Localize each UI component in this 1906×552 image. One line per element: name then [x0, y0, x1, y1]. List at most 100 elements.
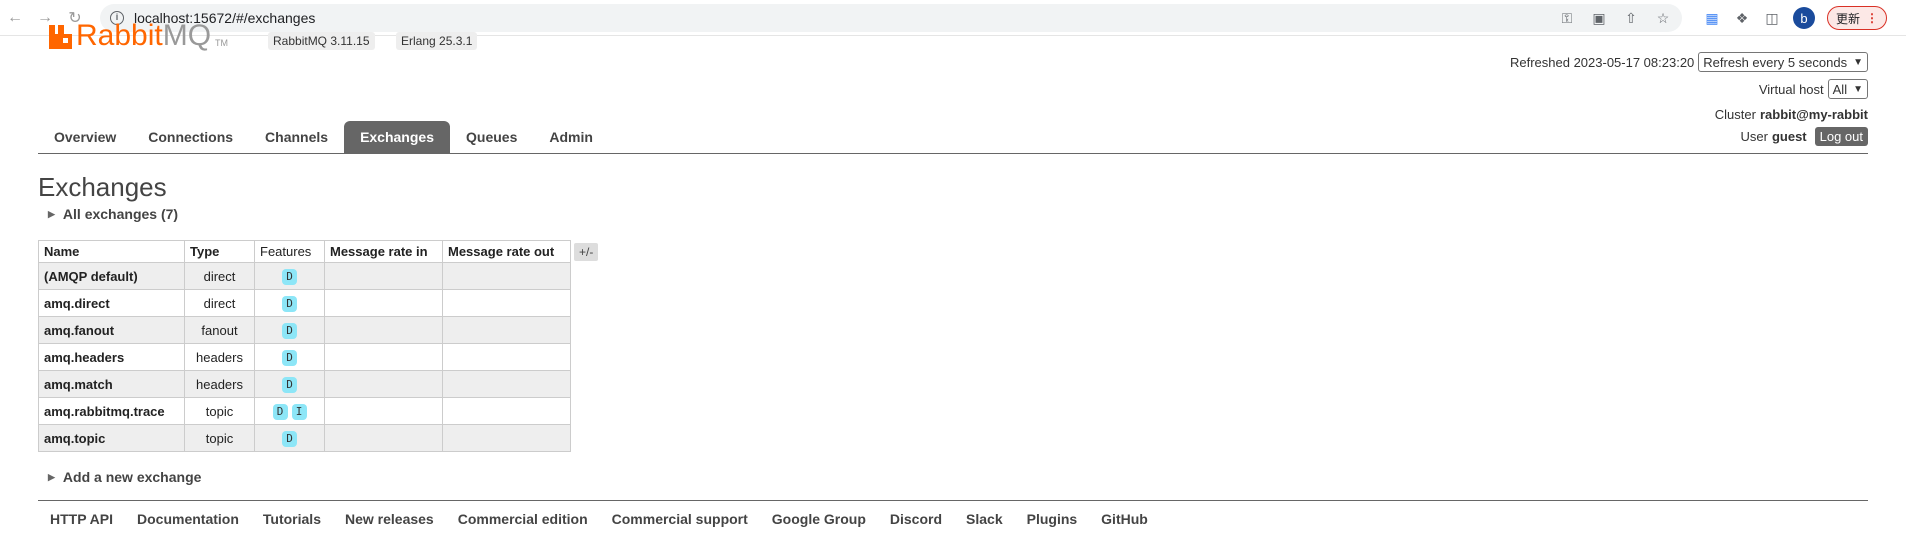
message-rate-out	[442, 262, 571, 290]
column-options-button[interactable]: +/-	[574, 243, 599, 261]
refresh-select-value: Refresh every 5 seconds	[1703, 54, 1848, 70]
exchange-type: headers	[184, 370, 255, 398]
footer-link-commercial-edition[interactable]: Commercial edition	[458, 511, 588, 527]
extensions-puzzle-icon[interactable]: ❖	[1733, 9, 1751, 27]
exchange-name-link[interactable]: amq.topic	[38, 424, 185, 452]
message-rate-out	[442, 316, 571, 344]
footer-link-github[interactable]: GitHub	[1101, 511, 1148, 527]
profile-avatar[interactable]: b	[1793, 7, 1815, 29]
footer-link-slack[interactable]: Slack	[966, 511, 1003, 527]
footer-link-http-api[interactable]: HTTP API	[50, 511, 113, 527]
message-rate-out	[442, 424, 571, 452]
logo-rabbit-text: Rabbit	[76, 19, 163, 52]
exchange-type: topic	[184, 424, 255, 452]
column-header-type[interactable]: Type	[184, 240, 255, 263]
footer-link-documentation[interactable]: Documentation	[137, 511, 239, 527]
message-rate-in	[324, 316, 443, 344]
tab-channels[interactable]: Channels	[249, 121, 344, 153]
tab-admin[interactable]: Admin	[533, 121, 609, 153]
exchange-type: fanout	[184, 316, 255, 344]
virtual-host-label: Virtual host	[1758, 81, 1824, 97]
tab-queues[interactable]: Queues	[450, 121, 533, 153]
main-nav-tabs: Overview Connections Channels Exchanges …	[38, 121, 1868, 154]
exchange-name-link[interactable]: amq.rabbitmq.trace	[38, 397, 185, 425]
message-rate-out	[442, 370, 571, 398]
internal-badge: I	[291, 403, 307, 420]
footer-link-tutorials[interactable]: Tutorials	[263, 511, 321, 527]
footer-link-plugins[interactable]: Plugins	[1027, 511, 1078, 527]
logo-trademark: TM	[215, 38, 229, 48]
exchange-type: headers	[184, 343, 255, 371]
exchanges-table: Name Type Features Message rate in Messa…	[38, 240, 571, 452]
durable-badge: D	[282, 295, 297, 312]
column-header-rate-in: Message rate in	[324, 240, 443, 263]
message-rate-in	[324, 397, 443, 425]
durable-badge: D	[272, 403, 288, 420]
message-rate-in	[324, 289, 443, 317]
kebab-menu-icon: ⋮	[1866, 11, 1879, 25]
durable-badge: D	[282, 322, 297, 339]
add-exchange-label: Add a new exchange	[62, 469, 202, 485]
rabbitmq-version-badge: RabbitMQ 3.11.15	[268, 32, 375, 50]
table-row: amq.direct direct D	[38, 289, 571, 317]
triangle-right-icon: ▶	[48, 208, 55, 219]
exchange-features: D	[254, 262, 325, 290]
exchange-type: topic	[184, 397, 255, 425]
table-row: amq.headers headers D	[38, 343, 571, 371]
triangle-right-icon: ▶	[48, 471, 55, 482]
column-header-name[interactable]: Name	[38, 240, 185, 263]
tab-overview[interactable]: Overview	[38, 121, 132, 153]
exchange-name-link[interactable]: amq.fanout	[38, 316, 185, 344]
message-rate-in	[324, 370, 443, 398]
exchange-features: D	[254, 289, 325, 317]
tab-exchanges[interactable]: Exchanges	[344, 121, 450, 153]
refreshed-timestamp: Refreshed 2023-05-17 08:23:20	[1509, 54, 1695, 70]
column-header-rate-out: Message rate out	[442, 240, 571, 263]
exchange-name-link[interactable]: (AMQP default)	[38, 262, 185, 290]
google-translate-extension-icon[interactable]: ▦	[1703, 9, 1721, 27]
message-rate-out	[442, 289, 571, 317]
footer-link-discord[interactable]: Discord	[890, 511, 942, 527]
browser-toolbar: ← → ↻ i localhost:15672/#/exchanges ⚿ ▣ …	[0, 0, 1906, 36]
exchange-type: direct	[184, 289, 255, 317]
vhost-select-value: All	[1832, 81, 1848, 97]
share-icon[interactable]: ⇧	[1622, 9, 1640, 27]
bookmark-star-icon[interactable]: ☆	[1654, 9, 1672, 27]
message-rate-in	[324, 424, 443, 452]
exchange-features: D	[254, 316, 325, 344]
all-exchanges-label: All exchanges (7)	[62, 206, 179, 222]
logo-wordmark: RabbitMQ	[76, 19, 211, 52]
all-exchanges-toggle[interactable]: ▶ All exchanges (7)	[48, 206, 178, 222]
exchange-name-link[interactable]: amq.match	[38, 370, 185, 398]
chevron-down-icon: ▼	[1853, 56, 1863, 68]
column-header-features: Features	[254, 240, 325, 263]
address-bar[interactable]: i localhost:15672/#/exchanges ⚿ ▣ ⇧ ☆	[100, 4, 1682, 32]
cluster-label: Cluster	[1714, 106, 1756, 122]
key-icon[interactable]: ⚿	[1558, 9, 1576, 27]
table-row: amq.topic topic D	[38, 424, 571, 452]
refresh-interval-select[interactable]: Refresh every 5 seconds ▼	[1698, 52, 1868, 72]
add-exchange-toggle[interactable]: ▶ Add a new exchange	[48, 469, 201, 485]
back-arrow-icon[interactable]: ←	[4, 7, 26, 29]
exchange-name-link[interactable]: amq.direct	[38, 289, 185, 317]
message-rate-out	[442, 397, 571, 425]
exchange-type: direct	[184, 262, 255, 290]
chevron-down-icon: ▼	[1853, 83, 1863, 95]
table-row: amq.fanout fanout D	[38, 316, 571, 344]
side-panel-icon[interactable]: ◫	[1763, 9, 1781, 27]
durable-badge: D	[282, 349, 297, 366]
translate-icon[interactable]: ▣	[1590, 9, 1608, 27]
message-rate-in	[324, 262, 443, 290]
footer-link-new-releases[interactable]: New releases	[345, 511, 434, 527]
erlang-version-badge: Erlang 25.3.1	[396, 32, 478, 50]
browser-update-button[interactable]: 更新 ⋮	[1827, 6, 1888, 30]
table-row: (AMQP default) direct D	[38, 262, 571, 290]
virtual-host-select[interactable]: All ▼	[1827, 79, 1868, 99]
exchange-name-link[interactable]: amq.headers	[38, 343, 185, 371]
exchange-features: D	[254, 424, 325, 452]
footer-link-commercial-support[interactable]: Commercial support	[612, 511, 748, 527]
durable-badge: D	[282, 268, 297, 285]
footer-link-google-group[interactable]: Google Group	[772, 511, 866, 527]
page-title: Exchanges	[38, 172, 167, 202]
tab-connections[interactable]: Connections	[132, 121, 249, 153]
